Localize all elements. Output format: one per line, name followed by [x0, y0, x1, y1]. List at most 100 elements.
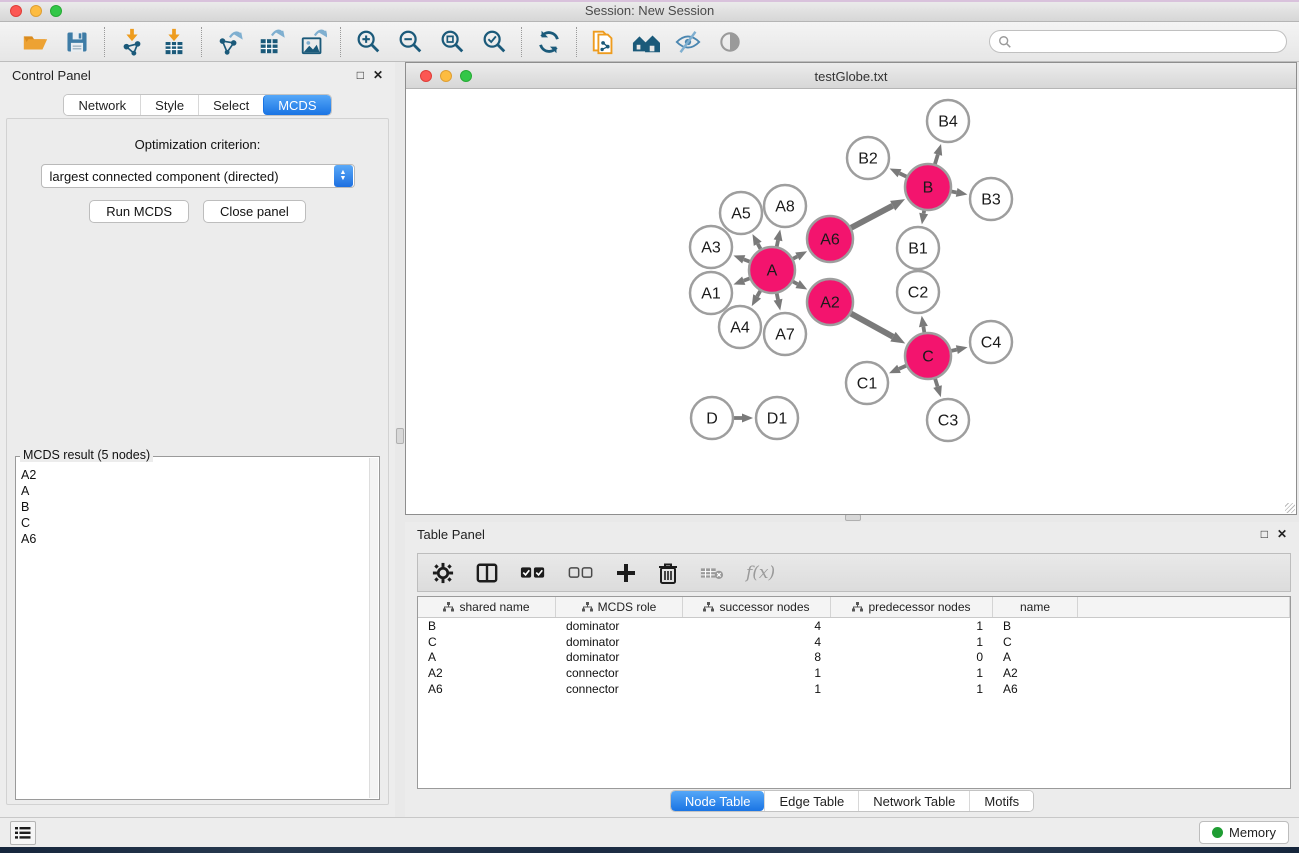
- tab-node-table[interactable]: Node Table: [671, 791, 765, 811]
- refresh-icon: [535, 28, 563, 56]
- zoom-selected-button[interactable]: [479, 27, 509, 57]
- graph-edge-arrowhead: [742, 414, 753, 423]
- delete-table-icon: [700, 565, 724, 581]
- network-graph[interactable]: AA1A2A3A4A5A6A7A8BB1B2B3B4CC1C2C3C4DD1: [406, 89, 1296, 514]
- table-cell: A: [418, 650, 556, 666]
- graph-edge-arrowhead: [774, 230, 783, 242]
- open-session-button[interactable]: [20, 27, 50, 57]
- zoom-out-icon: [396, 28, 424, 56]
- result-list-item[interactable]: C: [18, 515, 369, 531]
- run-mcds-button[interactable]: Run MCDS: [89, 200, 189, 223]
- column-header-predecessor-nodes[interactable]: predecessor nodes: [831, 597, 993, 617]
- export-table-button[interactable]: [256, 27, 286, 57]
- zoom-fit-button[interactable]: [437, 27, 467, 57]
- column-header-name[interactable]: name: [993, 597, 1078, 617]
- result-list-item[interactable]: A2: [18, 467, 369, 483]
- show-panels-button[interactable]: [715, 27, 745, 57]
- column-type-icon: [703, 602, 714, 612]
- search-input[interactable]: [1016, 35, 1278, 49]
- select-all-button[interactable]: [520, 565, 546, 581]
- export-image-button[interactable]: [298, 27, 328, 57]
- graph-edge-arrowhead: [919, 213, 928, 225]
- graph-node-label: C2: [908, 285, 929, 302]
- close-panel-button[interactable]: Close panel: [203, 200, 306, 223]
- table-row[interactable]: A6connector11A6: [418, 681, 1290, 697]
- tab-network[interactable]: Network: [64, 95, 140, 115]
- function-builder-button[interactable]: f(x): [746, 563, 775, 583]
- vertical-splitter-grip[interactable]: [396, 428, 404, 444]
- table-row[interactable]: Adominator80A: [418, 650, 1290, 666]
- result-scrollbar[interactable]: [369, 458, 378, 798]
- control-panel-header: Control Panel □ ✕: [0, 62, 395, 88]
- zoom-out-button[interactable]: [395, 27, 425, 57]
- dropdown-stepper-icon: ▲▼: [334, 165, 353, 187]
- result-list-item[interactable]: A6: [18, 531, 369, 547]
- table-settings-button[interactable]: [432, 562, 454, 584]
- tab-mcds[interactable]: MCDS: [263, 95, 330, 115]
- window-resize-grip[interactable]: [1285, 503, 1295, 513]
- export-table-icon: [257, 28, 285, 56]
- graph-node-label: C: [922, 349, 934, 366]
- graph-node-label: A8: [775, 199, 795, 216]
- result-list-item[interactable]: B: [18, 499, 369, 515]
- zoom-in-icon: [354, 28, 382, 56]
- tab-motifs[interactable]: Motifs: [969, 791, 1033, 811]
- float-panel-icon[interactable]: □: [357, 68, 364, 82]
- table-cell: A2: [993, 665, 1078, 681]
- criterion-dropdown[interactable]: largest connected component (directed) ▲…: [41, 164, 355, 188]
- control-panel-title: Control Panel: [12, 68, 91, 83]
- open-recent-network-button[interactable]: [589, 27, 619, 57]
- tab-select[interactable]: Select: [198, 95, 263, 115]
- column-header-successor-nodes[interactable]: successor nodes: [683, 597, 831, 617]
- graph-node-label: A1: [701, 286, 721, 303]
- deselect-all-button[interactable]: [568, 565, 594, 581]
- table-cell: 0: [831, 650, 993, 666]
- delete-table-button[interactable]: [700, 565, 724, 581]
- checked-boxes-icon: [520, 565, 546, 581]
- column-header-MCDS-role[interactable]: MCDS role: [556, 597, 683, 617]
- tab-edge-table[interactable]: Edge Table: [764, 791, 858, 811]
- import-network-button[interactable]: [117, 27, 147, 57]
- mcds-result-list[interactable]: A2ABCA6: [18, 467, 369, 797]
- table-cell: A: [993, 650, 1078, 666]
- network-canvas[interactable]: AA1A2A3A4A5A6A7A8BB1B2B3B4CC1C2C3C4DD1: [406, 89, 1296, 514]
- float-table-panel-icon[interactable]: □: [1261, 527, 1268, 541]
- eye-slash-icon: [674, 28, 702, 56]
- export-network-button[interactable]: [214, 27, 244, 57]
- table-cell: dominator: [556, 634, 683, 650]
- create-column-button[interactable]: [616, 563, 636, 583]
- table-panel-title: Table Panel: [417, 527, 485, 542]
- graph-node-label: A: [767, 263, 778, 280]
- task-history-button[interactable]: [10, 821, 36, 845]
- save-session-button[interactable]: [62, 27, 92, 57]
- search-field[interactable]: [989, 30, 1287, 53]
- result-list-item[interactable]: A: [18, 483, 369, 499]
- table-row[interactable]: Bdominator41B: [418, 618, 1290, 634]
- close-table-panel-icon[interactable]: ✕: [1277, 527, 1287, 541]
- import-network-icon: [118, 28, 146, 56]
- tab-style[interactable]: Style: [140, 95, 198, 115]
- network-view-window: testGlobe.txt AA1A2A3A4A5A6A7A8BB1B2B3B4…: [405, 62, 1297, 515]
- table-row[interactable]: A2connector11A2: [418, 665, 1290, 681]
- refresh-button[interactable]: [534, 27, 564, 57]
- table-cell: 1: [831, 618, 993, 634]
- zoom-in-button[interactable]: [353, 27, 383, 57]
- columns-icon: [476, 562, 498, 584]
- graph-edge[interactable]: [849, 206, 893, 229]
- graph-node-label: B2: [858, 151, 878, 168]
- import-table-button[interactable]: [159, 27, 189, 57]
- close-panel-icon[interactable]: ✕: [373, 68, 383, 82]
- delete-column-button[interactable]: [658, 562, 678, 584]
- home-button[interactable]: [631, 27, 661, 57]
- graph-node-label: A6: [820, 232, 840, 249]
- column-header-shared-name[interactable]: shared name: [418, 597, 556, 617]
- horizontal-splitter-grip[interactable]: [845, 514, 861, 521]
- open-folder-icon: [21, 28, 49, 56]
- tab-network-table[interactable]: Network Table: [858, 791, 969, 811]
- hide-panels-button[interactable]: [673, 27, 703, 57]
- graph-edge[interactable]: [848, 312, 893, 337]
- show-columns-button[interactable]: [476, 562, 498, 584]
- memory-button[interactable]: Memory: [1199, 821, 1289, 844]
- table-cell: A6: [418, 681, 556, 697]
- table-row[interactable]: Cdominator41C: [418, 634, 1290, 650]
